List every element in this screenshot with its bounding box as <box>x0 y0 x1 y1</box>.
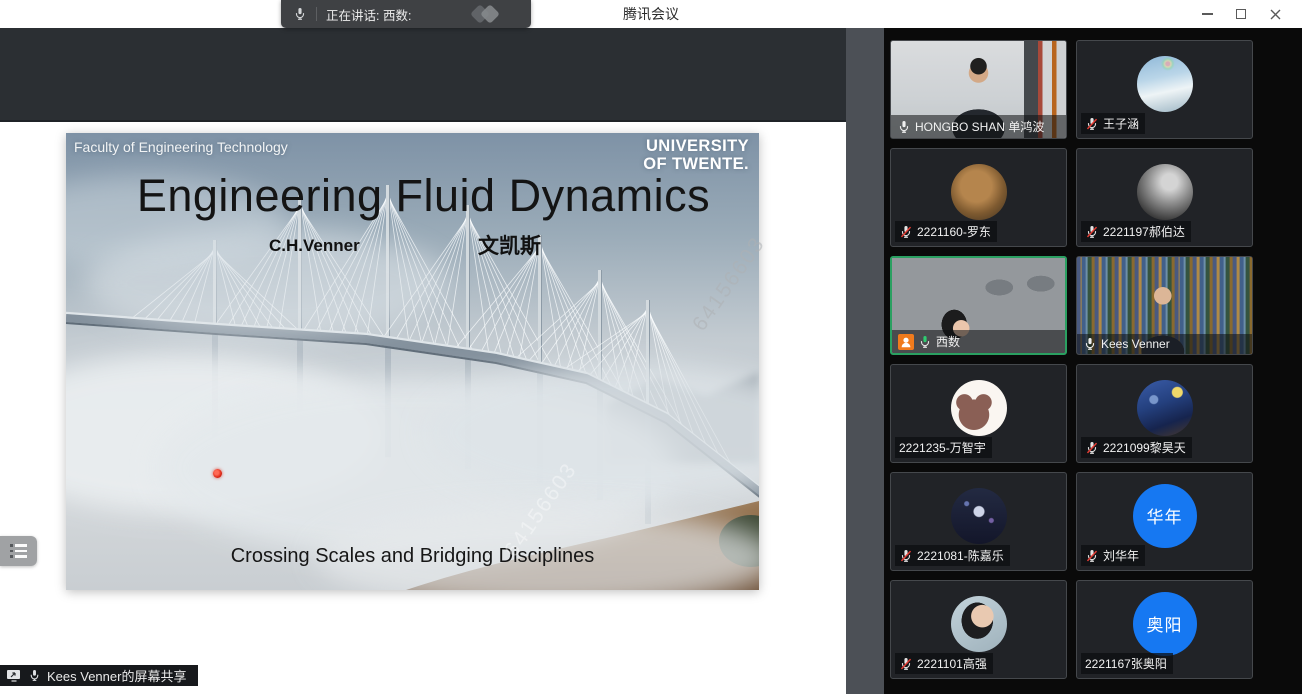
participant-label: Kees Venner <box>1077 334 1252 354</box>
participant-label: 2221101高强 <box>895 653 993 674</box>
participant-name: 2221167张奥阳 <box>1085 655 1167 672</box>
shared-screen-top-strip <box>0 28 846 122</box>
mic-muted-icon <box>899 225 913 239</box>
panel-toggle-button[interactable] <box>0 536 37 566</box>
close-icon <box>1270 9 1281 20</box>
meeting-window: 腾讯会议 正在讲话: 西数: <box>0 0 1302 694</box>
app-title: 腾讯会议 <box>0 0 1302 28</box>
participant-label: 2221160-罗东 <box>895 221 997 242</box>
speaking-text: 正在讲话: 西数: <box>326 5 411 24</box>
participant-label: 王子涵 <box>1081 113 1145 134</box>
participant-name: HONGBO SHAN 单鸿波 <box>915 118 1044 135</box>
participant-tile[interactable]: 西数 <box>890 256 1067 355</box>
presenter-badge-icon <box>898 334 914 350</box>
participant-name: 2221099黎昊天 <box>1103 439 1186 456</box>
mic-muted-icon <box>899 657 913 671</box>
participant-label: 2221081-陈嘉乐 <box>895 545 1010 566</box>
avatar <box>1137 164 1193 220</box>
microphone-icon <box>28 669 41 682</box>
slide-faculty-text: Faculty of Engineering Technology <box>74 139 288 155</box>
participant-name: 西数 <box>936 333 960 350</box>
participant-label: 西数 <box>892 330 1065 353</box>
mic-on-icon <box>1083 337 1097 351</box>
participant-grid: HONGBO SHAN 单鸿波 王子涵 2221160-罗东 <box>890 40 1253 679</box>
titlebar: 腾讯会议 <box>0 0 1302 28</box>
participant-label: 2221167张奥阳 <box>1081 653 1173 674</box>
participant-name: 2221197郝伯达 <box>1103 223 1185 240</box>
avatar: 奥阳 <box>1133 592 1197 656</box>
maximize-button[interactable] <box>1224 0 1258 28</box>
mic-muted-icon <box>1085 441 1099 455</box>
participant-name: 王子涵 <box>1103 115 1139 132</box>
participant-tile[interactable]: HONGBO SHAN 单鸿波 <box>890 40 1067 139</box>
tencent-meeting-logo-icon <box>471 5 505 23</box>
participant-name: 2221160-罗东 <box>917 223 991 240</box>
avatar <box>1137 380 1193 436</box>
avatar <box>951 380 1007 436</box>
slide-university-logo-text: UNIVERSITYOF TWENTE. <box>643 137 749 174</box>
minimize-icon <box>1202 13 1213 15</box>
mic-muted-icon <box>899 549 913 563</box>
participant-name: 2221235-万智宇 <box>899 439 986 456</box>
screen-share-banner-text: Kees Venner的屏幕共享 <box>47 666 186 685</box>
mic-muted-icon <box>1085 549 1099 563</box>
participant-tile[interactable]: 2221099黎昊天 <box>1076 364 1253 463</box>
laser-pointer-dot <box>213 469 222 478</box>
participant-tile[interactable]: 2221081-陈嘉乐 <box>890 472 1067 571</box>
screen-share-view: Faculty of Engineering Technology UNIVER… <box>0 28 846 694</box>
participant-tile[interactable]: 王子涵 <box>1076 40 1253 139</box>
list-icon <box>10 544 27 558</box>
slide-author-cn: 文凯斯 <box>478 230 541 260</box>
maximize-icon <box>1236 9 1246 19</box>
participant-tile[interactable]: 奥阳 2221167张奥阳 <box>1076 580 1253 679</box>
slide-author-en: C.H.Venner <box>269 236 360 256</box>
participant-tile[interactable]: 2221235-万智宇 <box>890 364 1067 463</box>
avatar: 华年 <box>1133 484 1197 548</box>
presentation-slide: Faculty of Engineering Technology UNIVER… <box>66 133 759 590</box>
window-controls <box>1190 0 1292 28</box>
slide-subtitle: Crossing Scales and Bridging Disciplines <box>66 545 759 568</box>
mic-muted-icon <box>1085 117 1099 131</box>
participant-tile[interactable]: 2221197郝伯达 <box>1076 148 1253 247</box>
participants-sidebar: HONGBO SHAN 单鸿波 王子涵 2221160-罗东 <box>884 28 1302 694</box>
avatar <box>951 164 1007 220</box>
participant-label: 刘华年 <box>1081 545 1145 566</box>
speaking-indicator: 正在讲话: 西数: <box>281 0 531 28</box>
participant-tile[interactable]: 2221101高强 <box>890 580 1067 679</box>
minimize-button[interactable] <box>1190 0 1224 28</box>
participant-name: 2221081-陈嘉乐 <box>917 547 1004 564</box>
participant-tile[interactable]: Kees Venner <box>1076 256 1253 355</box>
participant-tile[interactable]: 华年 刘华年 <box>1076 472 1253 571</box>
mic-muted-icon <box>1085 225 1099 239</box>
screen-share-banner: Kees Venner的屏幕共享 <box>0 665 198 686</box>
participant-name: 刘华年 <box>1103 547 1139 564</box>
participant-name: 2221101高强 <box>917 655 987 672</box>
participant-label: 2221197郝伯达 <box>1081 221 1191 242</box>
mic-speaking-icon <box>918 335 932 349</box>
participant-label: 2221099黎昊天 <box>1081 437 1192 458</box>
avatar <box>1137 56 1193 112</box>
avatar <box>951 596 1007 652</box>
divider <box>316 7 317 21</box>
microphone-icon <box>293 7 307 21</box>
share-sidebar-divider <box>846 28 884 694</box>
participant-label: 2221235-万智宇 <box>895 437 992 458</box>
screen-share-icon <box>6 669 22 682</box>
mic-on-icon <box>897 120 911 134</box>
avatar <box>951 488 1007 544</box>
close-button[interactable] <box>1258 0 1292 28</box>
slide-title: Engineering Fluid Dynamics <box>66 170 759 222</box>
participant-tile[interactable]: 2221160-罗东 <box>890 148 1067 247</box>
participant-name: Kees Venner <box>1101 337 1170 351</box>
participant-label: HONGBO SHAN 单鸿波 <box>891 115 1066 138</box>
